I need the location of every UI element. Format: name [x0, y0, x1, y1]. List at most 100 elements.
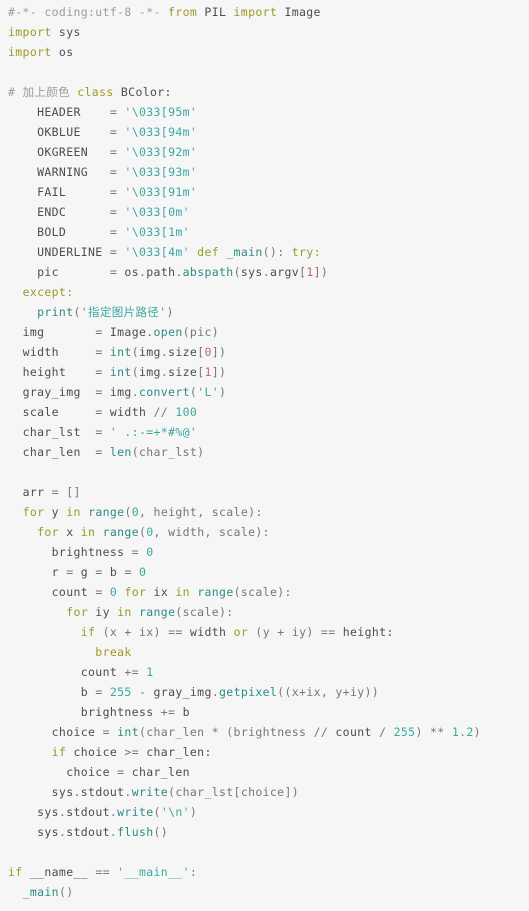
code-token-fn: range — [88, 505, 125, 519]
code-line[interactable]: WARNING = '\033[93m' — [0, 162, 529, 182]
code-line[interactable]: OKBLUE = '\033[94m' — [0, 122, 529, 142]
code-token-name: sys — [51, 785, 74, 799]
code-line[interactable]: if __name__ == '__main__': — [0, 862, 529, 882]
code-token-kw: for — [22, 505, 45, 519]
code-token-kw: in — [66, 505, 81, 519]
code-token-op: = — [95, 385, 110, 399]
code-token-fn: print — [37, 305, 74, 319]
code-line[interactable]: for y in range(0, height, scale): — [0, 502, 529, 522]
code-line[interactable]: count += 1 — [0, 662, 529, 682]
code-token-kw: from — [168, 5, 198, 19]
code-token-str: '\033[0m' — [124, 205, 190, 219]
code-token-op: = — [109, 265, 125, 279]
code-line[interactable]: gray_img = img.convert('L') — [0, 382, 529, 402]
code-token-name: choice — [66, 765, 118, 779]
code-line[interactable]: import sys — [0, 22, 529, 42]
code-token-com: # — [8, 85, 23, 99]
code-line[interactable]: scale = width // 100 — [0, 402, 529, 422]
code-token-fn: int — [117, 725, 139, 739]
code-line[interactable]: for iy in range(scale): — [0, 602, 529, 622]
code-token-op: (pic) — [182, 325, 220, 339]
code-token-name: os — [51, 45, 74, 59]
code-token-op: ( — [131, 345, 139, 359]
code-token-op: . — [175, 265, 183, 279]
code-line[interactable]: char_len = len(char_lst) — [0, 442, 529, 462]
code-token-name: FAIL — [37, 185, 110, 199]
code-line[interactable] — [0, 842, 529, 862]
code-token-op: ( — [233, 265, 241, 279]
code-token-str: '\033[92m' — [124, 145, 198, 159]
code-token-name: scale — [22, 405, 96, 419]
code-token-op: ((x+ix, y+iy)) — [277, 685, 380, 699]
code-token-name: UNDERLINE — [37, 245, 110, 259]
code-line[interactable]: brightness += b — [0, 702, 529, 722]
code-token-op: ( — [124, 505, 132, 519]
code-line[interactable]: char_lst = ' .:-=+*#%@' — [0, 422, 529, 442]
code-line[interactable]: choice = int(char_len * (brightness // c… — [0, 722, 529, 742]
code-line[interactable] — [0, 462, 529, 482]
code-token-kw: def — [197, 245, 219, 259]
code-line[interactable]: count = 0 for ix in range(scale): — [0, 582, 529, 602]
code-listing[interactable]: #-*- coding:utf-8 -*- from PIL import Im… — [0, 0, 529, 911]
code-line[interactable]: arr = [] — [0, 482, 529, 502]
code-token-name: gray_img — [22, 385, 96, 399]
code-token-name: sys — [51, 25, 81, 39]
code-line[interactable]: _main() — [0, 882, 529, 902]
code-token-fn: int — [109, 365, 132, 379]
code-token-fn: range — [197, 585, 234, 599]
code-line[interactable]: break — [0, 642, 529, 662]
code-line[interactable]: print('指定图片路径') — [0, 302, 529, 322]
code-token-op: ( — [153, 805, 161, 819]
code-line[interactable]: b = 255 - gray_img.getpixel((x+ix, y+iy)… — [0, 682, 529, 702]
code-token-op: = — [95, 405, 110, 419]
code-token-num: 0 — [146, 545, 154, 559]
code-token-num: 0 — [146, 525, 154, 539]
code-token-op: = — [51, 485, 67, 499]
code-token-name: OKBLUE — [37, 125, 110, 139]
code-token-op: (x — [95, 625, 125, 639]
code-line[interactable]: if choice >= char_len: — [0, 742, 529, 762]
code-line[interactable]: width = int(img.size[0]) — [0, 342, 529, 362]
code-line[interactable]: HEADER = '\033[95m' — [0, 102, 529, 122]
code-line[interactable]: pic = os.path.abspath(sys.argv[1]) — [0, 262, 529, 282]
code-line[interactable]: if (x + ix) == width or (y + iy) == heig… — [0, 622, 529, 642]
code-token-num: 255 — [393, 725, 416, 739]
code-token-com: #-*- coding:utf-8 -*- — [8, 5, 169, 19]
code-token-op: . — [73, 785, 81, 799]
code-token-fn: range — [102, 525, 139, 539]
code-line[interactable]: img = Image.open(pic) — [0, 322, 529, 342]
code-line[interactable]: # 加上颜色 class BColor: — [0, 82, 529, 102]
code-line[interactable]: sys.stdout.write('\n') — [0, 802, 529, 822]
code-line[interactable]: except: — [0, 282, 529, 302]
code-token-name: g — [80, 565, 96, 579]
code-line[interactable]: #-*- coding:utf-8 -*- from PIL import Im… — [0, 2, 529, 22]
code-line[interactable]: sys.stdout.flush() — [0, 822, 529, 842]
code-line[interactable]: OKGREEN = '\033[92m' — [0, 142, 529, 162]
code-token-name: r — [51, 565, 67, 579]
code-line[interactable]: sys.stdout.write(char_lst[choice]) — [0, 782, 529, 802]
code-token-name: arr — [22, 485, 52, 499]
code-line[interactable]: ENDC = '\033[0m' — [0, 202, 529, 222]
code-line[interactable]: brightness = 0 — [0, 542, 529, 562]
code-line[interactable]: UNDERLINE = '\033[4m' def _main(): try: — [0, 242, 529, 262]
code-line[interactable]: BOLD = '\033[1m' — [0, 222, 529, 242]
code-token-name: width — [22, 345, 96, 359]
code-token-op: (char_lst[choice]) — [168, 785, 300, 799]
code-line[interactable]: r = g = b = 0 — [0, 562, 529, 582]
code-line[interactable]: import os — [0, 42, 529, 62]
code-line[interactable]: choice = char_len — [0, 762, 529, 782]
code-line[interactable]: for x in range(0, width, scale): — [0, 522, 529, 542]
code-token-op: . — [124, 785, 132, 799]
code-line[interactable]: FAIL = '\033[91m' — [0, 182, 529, 202]
code-line[interactable] — [0, 62, 529, 82]
code-token-op: = — [109, 225, 125, 239]
code-token-name: OKGREEN — [37, 145, 110, 159]
code-token-op: (char_len — [138, 725, 212, 739]
code-line[interactable]: height = int(img.size[1]) — [0, 362, 529, 382]
